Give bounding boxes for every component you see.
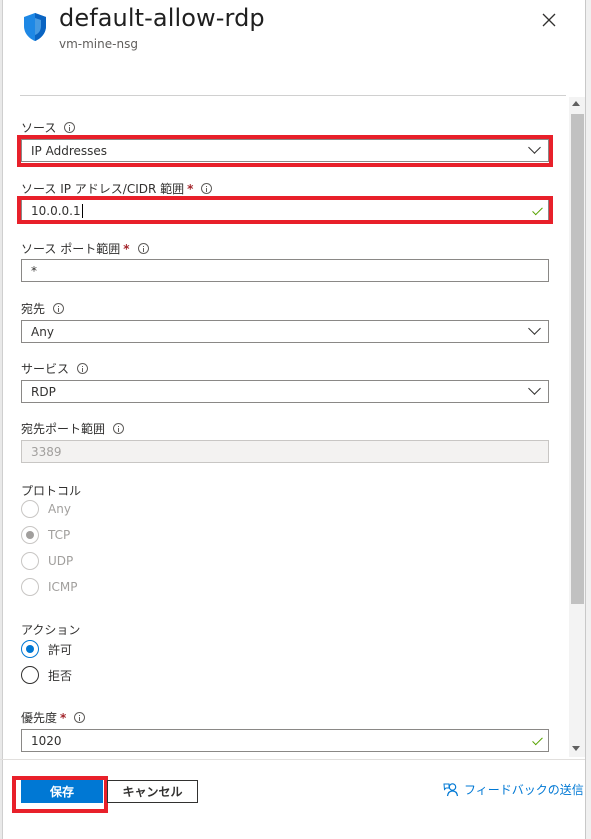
radio-button <box>21 500 39 518</box>
scrollbar-thumb[interactable] <box>571 114 584 604</box>
cancel-button[interactable]: キャンセル <box>107 780 198 803</box>
radio-button[interactable] <box>21 640 39 658</box>
source-port-value: * <box>31 263 37 278</box>
radio-label: UDP <box>48 554 74 568</box>
source-port-label: ソース ポート範囲 * <box>21 240 149 257</box>
info-icon[interactable] <box>137 243 149 254</box>
window-left-edge <box>0 0 3 839</box>
action-option-allow[interactable]: 許可 <box>21 640 72 658</box>
protocol-option-icmp: ICMP <box>21 578 78 596</box>
required-asterisk: * <box>60 710 67 725</box>
info-icon[interactable] <box>74 712 86 723</box>
source-ip-label: ソース IP アドレス/CIDR 範囲 * <box>21 180 213 197</box>
source-port-input[interactable]: * <box>21 259 549 282</box>
checkmark-icon <box>532 734 543 746</box>
destination-label-text: 宛先 <box>21 302 46 316</box>
service-label-text: サービス <box>21 362 70 376</box>
radio-label: TCP <box>48 528 71 542</box>
dest-port-label: 宛先ポート範囲 <box>21 420 125 437</box>
action-label: アクション <box>21 621 80 638</box>
protocol-option-any: Any <box>21 500 71 518</box>
protocol-label-text: プロトコル <box>21 484 82 498</box>
priority-label-text: 優先度 <box>21 711 58 725</box>
header-divider <box>20 95 566 96</box>
source-ip-label-text: ソース IP アドレス/CIDR 範囲 <box>21 182 185 196</box>
radio-button <box>21 526 39 544</box>
page-subtitle: vm-mine-nsg <box>59 37 138 51</box>
service-label: サービス <box>21 360 89 377</box>
close-icon[interactable] <box>541 12 557 28</box>
window-right-edge <box>585 0 591 839</box>
required-asterisk: * <box>187 181 194 196</box>
page-title: default-allow-rdp <box>59 4 265 32</box>
destination-select-value: Any <box>31 324 54 339</box>
feedback-link[interactable]: フィードバックの送信 <box>443 781 584 798</box>
service-select-value: RDP <box>31 384 56 399</box>
chevron-down-icon <box>528 382 541 395</box>
info-icon[interactable] <box>201 183 213 194</box>
priority-value: 1020 <box>31 733 62 748</box>
dest-port-input: 3389 <box>21 440 549 463</box>
panel-header: default-allow-rdp vm-mine-nsg <box>0 0 585 95</box>
radio-label: ICMP <box>48 580 78 594</box>
required-asterisk: * <box>123 241 130 256</box>
protocol-option-tcp: TCP <box>21 526 70 544</box>
protocol-option-udp: UDP <box>21 552 73 570</box>
source-highlight-box <box>17 135 553 167</box>
info-icon[interactable] <box>113 423 125 434</box>
priority-label: 優先度 * <box>21 709 86 726</box>
save-highlight-box <box>12 776 108 813</box>
dest-port-label-text: 宛先ポート範囲 <box>21 422 106 436</box>
info-icon[interactable] <box>77 363 89 374</box>
priority-input[interactable]: 1020 <box>21 729 549 752</box>
source-label-text: ソース <box>21 121 57 135</box>
footer-divider <box>0 759 585 760</box>
destination-label: 宛先 <box>21 300 65 317</box>
radio-button <box>21 578 39 596</box>
service-select[interactable]: RDP <box>21 380 549 403</box>
source-port-label-text: ソース ポート範囲 <box>21 242 121 256</box>
action-label-text: アクション <box>21 623 81 637</box>
feedback-link-label: フィードバックの送信 <box>464 783 584 797</box>
radio-button <box>21 552 39 570</box>
info-icon[interactable] <box>53 303 65 314</box>
scroll-up-arrow-icon[interactable] <box>572 101 580 106</box>
info-icon[interactable] <box>64 122 76 133</box>
feedback-person-icon <box>443 782 459 796</box>
source-ip-highlight-box <box>17 196 553 224</box>
destination-select[interactable]: Any <box>21 320 549 343</box>
scroll-down-arrow-icon[interactable] <box>572 746 580 751</box>
source-label: ソース <box>21 119 76 136</box>
chevron-down-icon <box>528 322 541 335</box>
radio-label: 拒否 <box>48 668 73 683</box>
dest-port-value: 3389 <box>31 444 62 459</box>
shield-icon <box>24 13 46 41</box>
protocol-label: プロトコル <box>21 482 81 499</box>
radio-label: 許可 <box>48 642 73 657</box>
radio-button[interactable] <box>21 666 39 684</box>
radio-label: Any <box>48 502 71 516</box>
action-option-deny[interactable]: 拒否 <box>21 666 72 684</box>
